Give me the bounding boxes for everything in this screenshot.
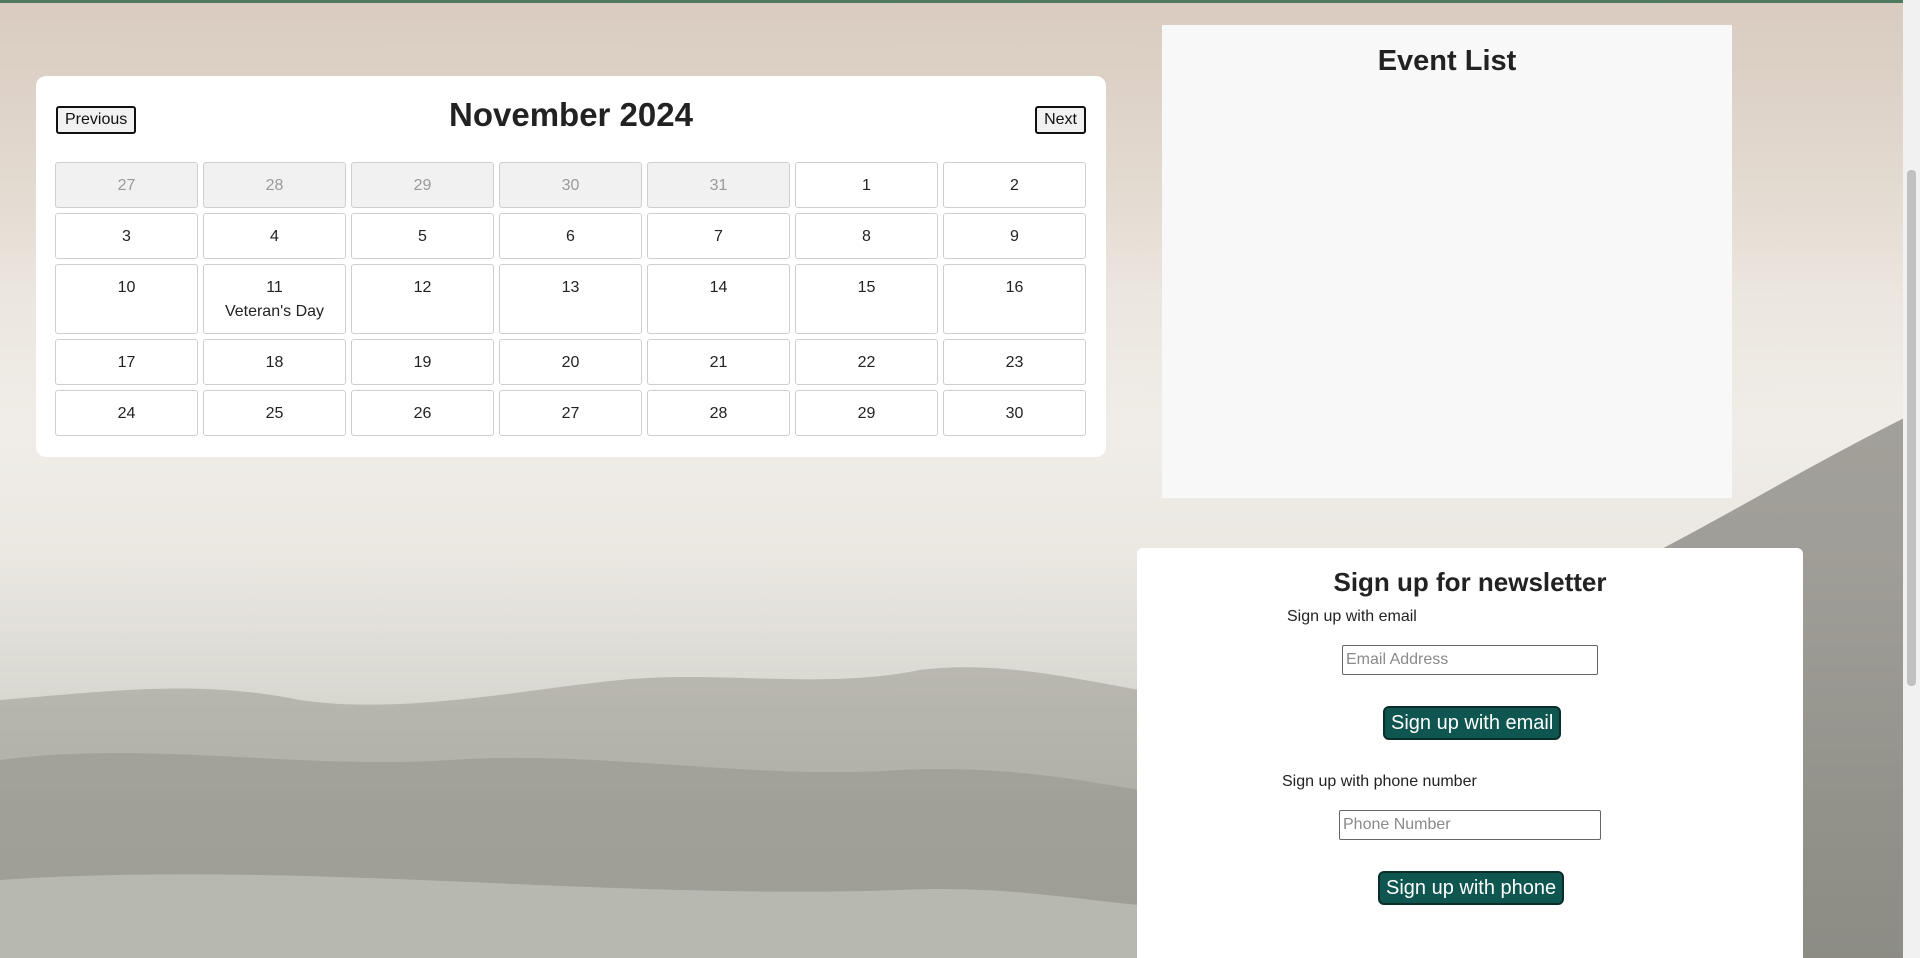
calendar-week-row: 24 25 26 27 28 29 30 [55, 390, 1087, 436]
calendar-week-row: 3 4 5 6 7 8 9 [55, 213, 1087, 259]
calendar-day-number: 29 [413, 177, 432, 194]
email-signup-label: Sign up with email [1287, 608, 1417, 625]
calendar-day[interactable]: 13 [499, 264, 642, 334]
calendar-day-number: 10 [117, 279, 136, 296]
calendar-day-number: 4 [270, 228, 279, 245]
newsletter-title: Sign up for newsletter [1333, 567, 1607, 597]
calendar-day[interactable]: 29 [795, 390, 938, 436]
calendar-day-number: 5 [418, 228, 427, 245]
calendar-day[interactable]: 11 Veteran's Day [203, 264, 346, 334]
calendar-day-number: 7 [714, 228, 723, 245]
calendar-day-number: 14 [709, 279, 728, 296]
top-accent-bar [0, 0, 1920, 3]
calendar-day[interactable]: 8 [795, 213, 938, 259]
calendar-day-other-month[interactable]: 29 [351, 162, 494, 208]
calendar-day-other-month[interactable]: 27 [55, 162, 198, 208]
calendar-day[interactable]: 14 [647, 264, 790, 334]
calendar-day-number: 30 [1005, 405, 1024, 422]
calendar-day[interactable]: 16 [943, 264, 1086, 334]
calendar-grid: 27 28 29 30 31 1 2 3 4 5 6 7 8 9 10 11 Veteran's Day 12 13… [55, 162, 1087, 441]
calendar-day[interactable]: 19 [351, 339, 494, 385]
calendar-day[interactable]: 22 [795, 339, 938, 385]
calendar-day[interactable]: 4 [203, 213, 346, 259]
calendar-day-number: 1 [862, 177, 871, 194]
calendar-day-number: 27 [117, 177, 136, 194]
calendar-day[interactable]: 15 [795, 264, 938, 334]
calendar-day[interactable]: 26 [351, 390, 494, 436]
calendar-day-number: 20 [561, 354, 580, 371]
newsletter-card: Sign up for newsletter Sign up with emai… [1137, 548, 1803, 958]
calendar-day-number: 22 [857, 354, 876, 371]
calendar-event-label[interactable]: Veteran's Day [204, 303, 345, 321]
calendar-day[interactable]: 9 [943, 213, 1086, 259]
calendar-day-number: 8 [862, 228, 871, 245]
calendar-day-number: 11 [266, 279, 283, 296]
calendar-day[interactable]: 10 [55, 264, 198, 334]
calendar-day-number: 29 [857, 405, 876, 422]
calendar-day[interactable]: 28 [647, 390, 790, 436]
calendar-day-number: 3 [122, 228, 131, 245]
calendar-day-number: 12 [413, 279, 432, 296]
email-input[interactable] [1342, 645, 1598, 675]
calendar-day[interactable]: 5 [351, 213, 494, 259]
calendar-day-number: 27 [561, 405, 580, 422]
calendar-day-number: 24 [117, 405, 136, 422]
phone-signup-label: Sign up with phone number [1282, 773, 1477, 790]
calendar-day[interactable]: 6 [499, 213, 642, 259]
calendar-day-number: 26 [413, 405, 432, 422]
calendar-month-title: November 2024 [449, 96, 693, 133]
calendar-day-other-month[interactable]: 28 [203, 162, 346, 208]
calendar-day-number: 17 [117, 354, 136, 371]
calendar-day-number: 28 [265, 177, 284, 194]
page-scrollbar[interactable] [1903, 0, 1920, 958]
event-list-panel: Event List [1162, 25, 1732, 498]
calendar-day[interactable]: 1 [795, 162, 938, 208]
calendar-day-number: 16 [1005, 279, 1024, 296]
calendar-day-number: 15 [857, 279, 876, 296]
event-list-title: Event List [1377, 45, 1517, 77]
calendar-day[interactable]: 7 [647, 213, 790, 259]
calendar-day-number: 23 [1005, 354, 1024, 371]
calendar-day[interactable]: 23 [943, 339, 1086, 385]
calendar-day-number: 9 [1010, 228, 1019, 245]
calendar-day[interactable]: 25 [203, 390, 346, 436]
calendar-day-number: 30 [561, 177, 580, 194]
calendar-day-other-month[interactable]: 31 [647, 162, 790, 208]
scrollbar-thumb[interactable] [1907, 170, 1916, 686]
next-month-button[interactable]: Next [1035, 106, 1086, 134]
calendar-day[interactable]: 20 [499, 339, 642, 385]
calendar-day-number: 28 [709, 405, 728, 422]
calendar-day-number: 6 [566, 228, 575, 245]
calendar-card: Previous November 2024 Next 27 28 29 30 31 1 2… [36, 76, 1106, 457]
phone-signup-button[interactable]: Sign up with phone [1378, 871, 1565, 905]
calendar-day-number: 18 [265, 354, 284, 371]
calendar-week-row: 17 18 19 20 21 22 23 [55, 339, 1087, 385]
calendar-day[interactable]: 12 [351, 264, 494, 334]
calendar-week-row: 27 28 29 30 31 1 2 [55, 162, 1087, 208]
calendar-day[interactable]: 27 [499, 390, 642, 436]
calendar-day-number: 25 [265, 405, 284, 422]
calendar-day[interactable]: 18 [203, 339, 346, 385]
calendar-day[interactable]: 21 [647, 339, 790, 385]
calendar-day-number: 2 [1010, 177, 1019, 194]
calendar-day[interactable]: 2 [943, 162, 1086, 208]
calendar-day[interactable]: 24 [55, 390, 198, 436]
calendar-day-number: 21 [709, 354, 728, 371]
calendar-day-number: 31 [709, 177, 728, 194]
calendar-day[interactable]: 17 [55, 339, 198, 385]
phone-input[interactable] [1339, 810, 1601, 840]
calendar-week-row: 10 11 Veteran's Day 12 13 14 15 16 [55, 264, 1087, 334]
calendar-day[interactable]: 30 [943, 390, 1086, 436]
calendar-day-number: 13 [561, 279, 580, 296]
calendar-day-other-month[interactable]: 30 [499, 162, 642, 208]
calendar-day[interactable]: 3 [55, 213, 198, 259]
email-signup-button[interactable]: Sign up with email [1383, 706, 1562, 740]
calendar-day-number: 19 [413, 354, 432, 371]
